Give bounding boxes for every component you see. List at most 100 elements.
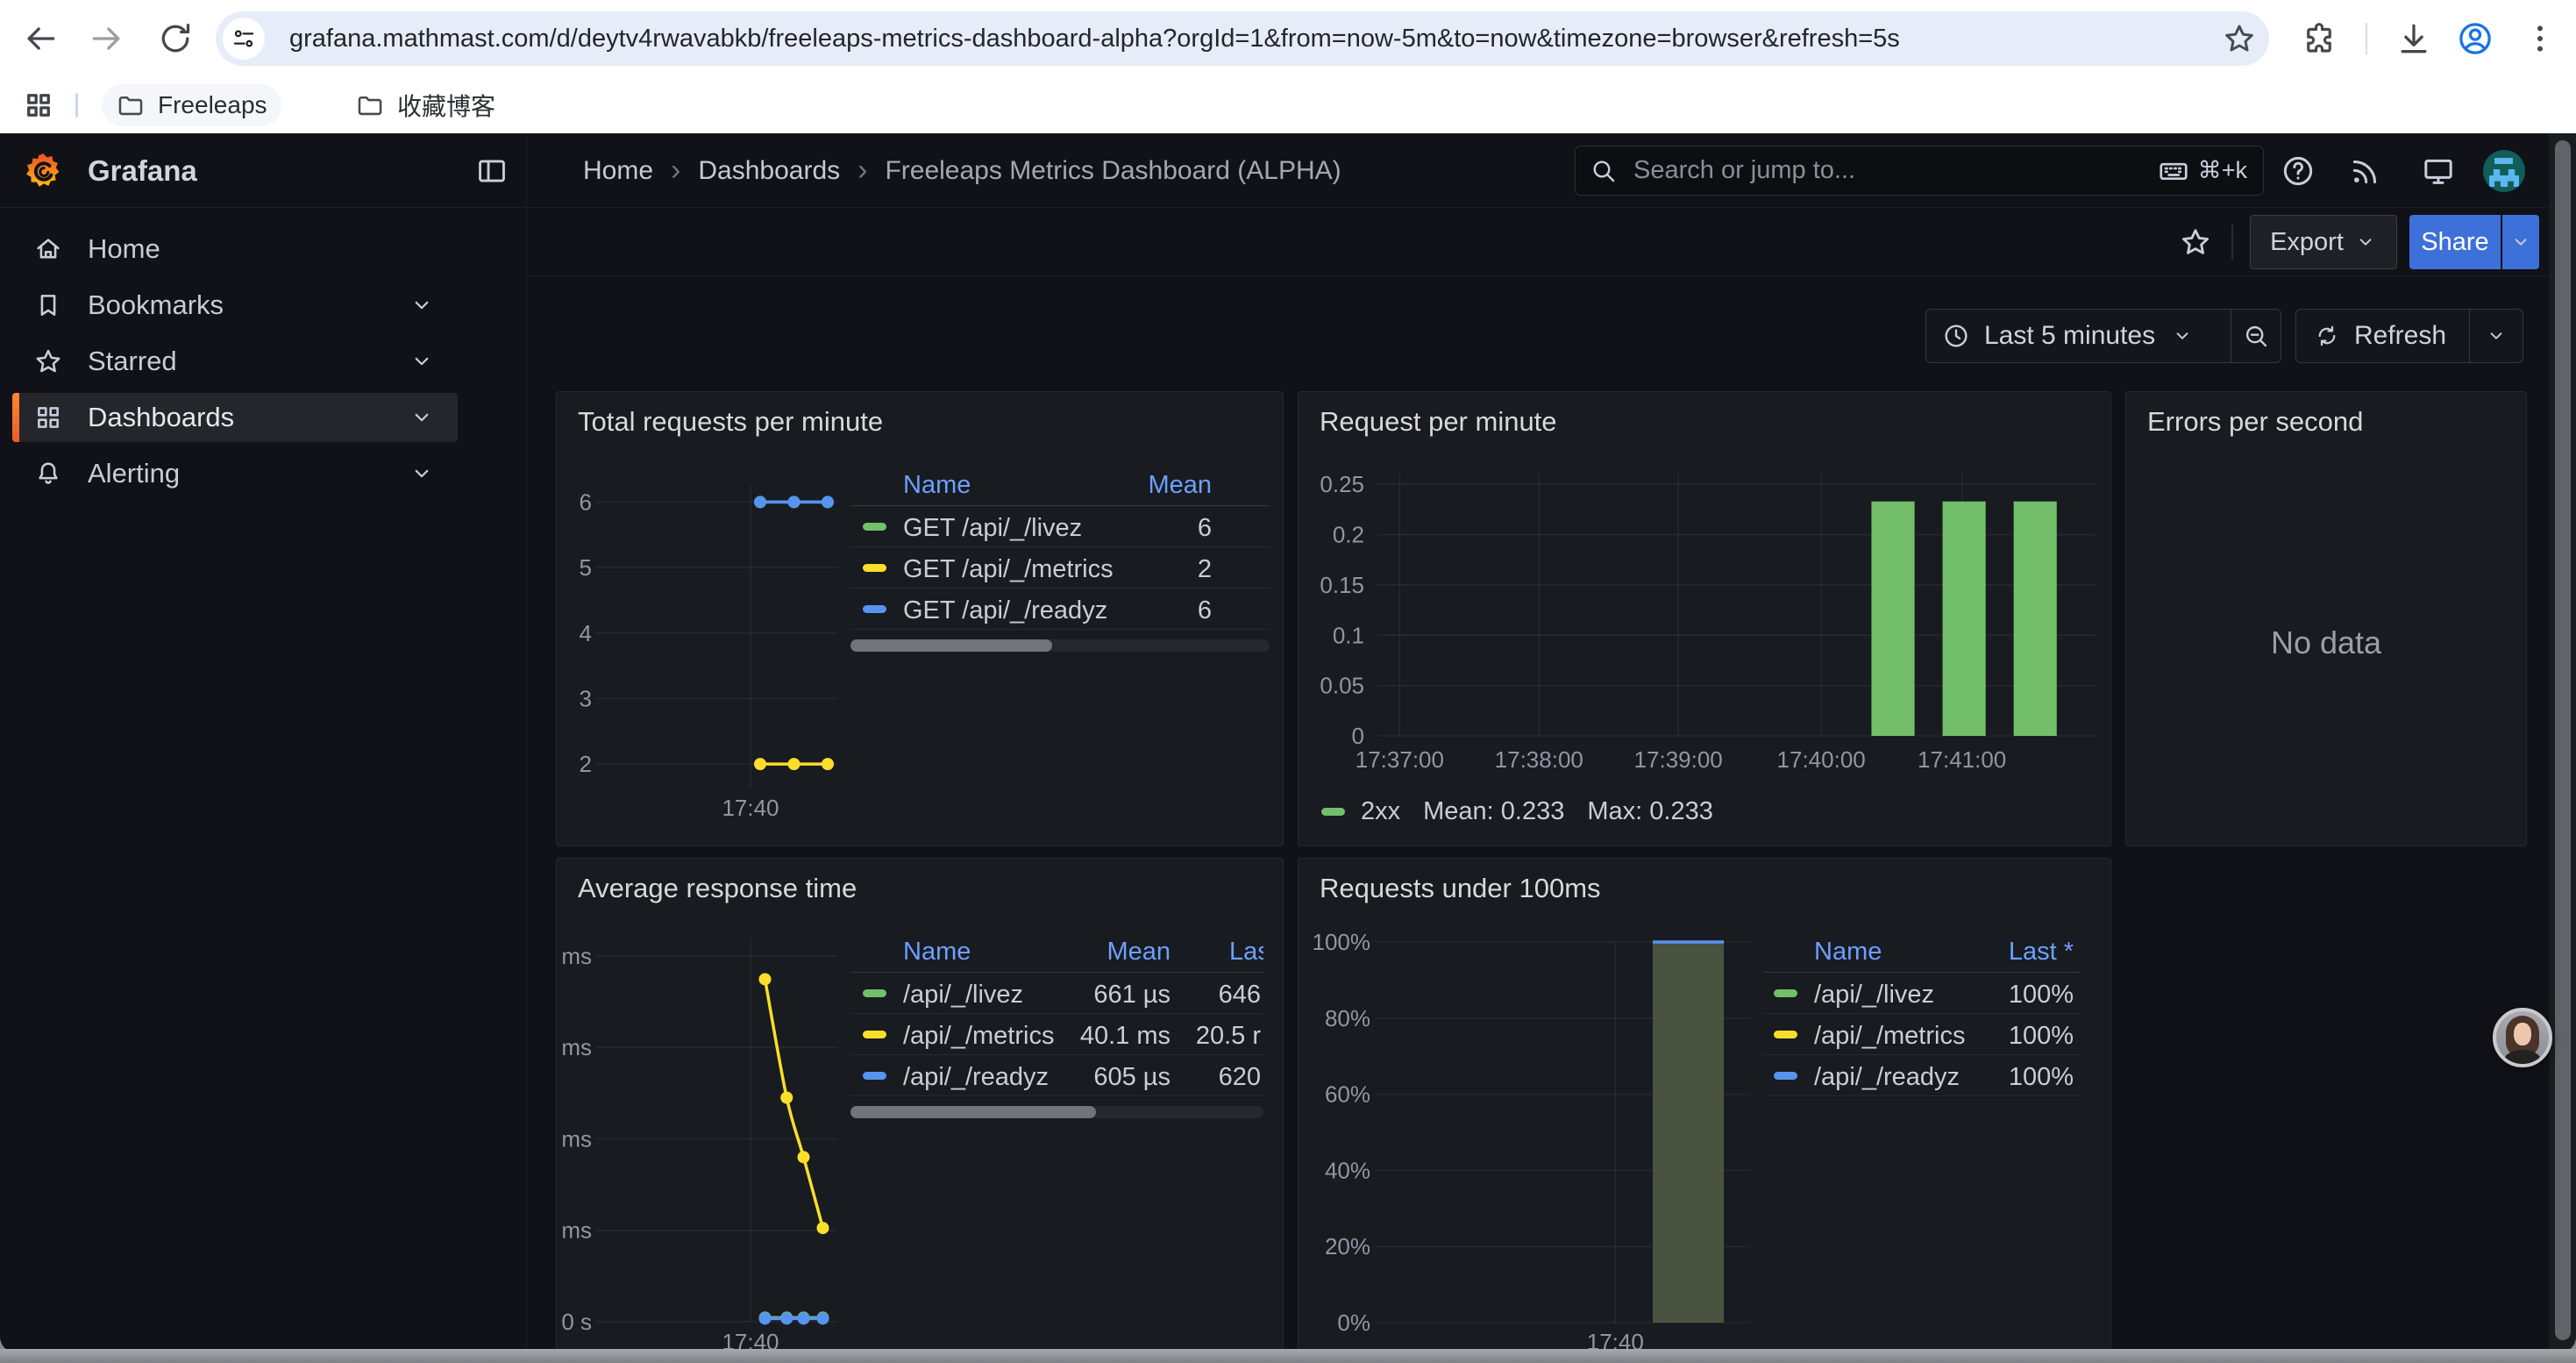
refresh-icon (2314, 323, 2340, 349)
search-input[interactable]: Search or jump to... ⌘+k (1575, 146, 2264, 196)
sidebar-item-bookmarks[interactable]: Bookmarks (12, 281, 458, 330)
legend-series-name[interactable]: GET /api/_/livez (903, 514, 1082, 543)
sidebar-item-alerting[interactable]: Alerting (12, 449, 458, 498)
svg-text:3: 3 (580, 685, 592, 711)
back-icon[interactable] (21, 19, 60, 58)
browser-toolbar: grafana.mathmast.com/d/deytv4rwavabkb/fr… (0, 0, 2576, 77)
chevron-down-icon[interactable] (409, 348, 435, 375)
url-text[interactable]: grafana.mathmast.com/d/deytv4rwavabkb/fr… (289, 11, 1900, 66)
desktop-edge (0, 1349, 2576, 1363)
legend-col-header[interactable]: Las (1229, 938, 1263, 967)
legend-series-name[interactable]: GET /api/_/readyz (903, 596, 1107, 625)
sidebar-item-home[interactable]: Home (12, 225, 458, 274)
chevron-down-icon[interactable] (409, 292, 435, 318)
panel-legend: NameMeanLas/api/_/livez661 µs646/api/_/m… (850, 934, 1263, 1118)
scrollbar-thumb[interactable] (2555, 140, 2571, 1340)
floating-assistant-avatar[interactable] (2493, 1008, 2552, 1067)
legend-row: /api/_/metrics100% (1763, 1014, 2081, 1055)
sidebar-item-dashboards[interactable]: Dashboards (12, 393, 458, 442)
svg-text:100%: 100% (1313, 929, 1371, 955)
legend-col-header[interactable]: Last * (2009, 938, 2074, 967)
forward-icon[interactable] (88, 19, 126, 58)
sidebar-item-label: Alerting (88, 458, 409, 489)
kiosk-monitor-icon[interactable] (2421, 153, 2456, 189)
bookmark-item[interactable]: Freeleaps (102, 84, 281, 126)
svg-text:0.2: 0.2 (1333, 522, 1364, 548)
panel-title[interactable]: Errors per second (2147, 406, 2363, 438)
time-range-picker[interactable]: Last 5 minutes (1925, 309, 2281, 363)
timeseries-chart[interactable]: 80 ms60 ms40 ms20 ms0 s17:40NameMeanLas/… (557, 859, 1283, 1352)
chevron-down-icon[interactable] (409, 460, 435, 487)
legend-series-name[interactable]: /api/_/readyz (1814, 1063, 1960, 1092)
panel-request-per-minute: Request per minute 0.250.20.150.10.05017… (1298, 391, 2111, 846)
legend-col-header[interactable]: Name (903, 471, 971, 500)
dashboard-toolbar: Export Share (527, 208, 2548, 276)
menu-kebab-icon[interactable] (2523, 19, 2558, 58)
area-chart[interactable]: 100%80%60%40%20%0%17:40NameLast */api/_/… (1299, 859, 2110, 1352)
share-button[interactable]: Share (2409, 215, 2501, 269)
legend-scrollbar-thumb[interactable] (850, 1106, 1096, 1118)
downloads-icon[interactable] (2395, 19, 2433, 58)
address-bar[interactable]: grafana.mathmast.com/d/deytv4rwavabkb/fr… (216, 11, 2269, 66)
breadcrumb-separator: › (857, 153, 867, 188)
apps-grid-icon[interactable] (23, 89, 54, 121)
zoom-out-button[interactable] (2231, 322, 2281, 350)
toolbar-divider (2231, 225, 2233, 260)
timeseries-chart[interactable]: 6543217:40NameMeanGET /api/_/livez6GET /… (557, 392, 1283, 846)
legend-col-header[interactable]: Mean (1148, 471, 1212, 500)
sidebar: Grafana HomeBookmarksStarredDashboardsAl… (0, 133, 527, 1352)
profile-icon[interactable] (2456, 19, 2494, 58)
legend-stat: Mean: 0.233 (1423, 797, 1564, 826)
bookmark-item[interactable]: 收藏博客 (341, 84, 509, 126)
svg-text:2: 2 (580, 751, 592, 777)
legend-series-name[interactable]: /api/_/metrics (903, 1022, 1054, 1051)
legend-series-name[interactable]: /api/_/livez (903, 981, 1023, 1010)
chevron-down-icon (2354, 231, 2377, 253)
help-icon[interactable] (2281, 153, 2316, 189)
legend-col-header[interactable]: Name (1814, 938, 1882, 967)
series-color-pill (1321, 808, 1345, 816)
legend-row: /api/_/livez100% (1763, 973, 2081, 1014)
site-settings-icon[interactable] (223, 18, 265, 60)
legend-value: 20.5 r (1196, 1022, 1261, 1051)
news-rss-icon[interactable] (2348, 153, 2383, 189)
legend-series-name[interactable]: GET /api/_/metrics (903, 555, 1114, 584)
svg-text:5: 5 (580, 554, 592, 581)
legend-series-name[interactable]: 2xx (1361, 797, 1400, 826)
export-button[interactable]: Export (2250, 215, 2397, 269)
grafana-logo-icon[interactable] (23, 150, 64, 191)
legend-scrollbar[interactable] (850, 639, 1270, 652)
refresh-interval-dropdown[interactable] (2470, 325, 2523, 347)
no-data-message: No data (2126, 624, 2526, 661)
legend-value: 6 (1198, 596, 1212, 625)
favorite-star-icon[interactable] (2179, 225, 2212, 259)
svg-text:60%: 60% (1325, 1081, 1370, 1108)
breadcrumb-link[interactable]: Dashboards (698, 156, 840, 186)
bar-chart[interactable]: 0.250.20.150.10.05017:37:0017:38:0017:39… (1299, 392, 2110, 846)
page-scrollbar[interactable] (2548, 133, 2576, 1352)
bookmark-icon (33, 290, 63, 320)
collapse-sidebar-icon[interactable] (475, 154, 509, 188)
legend-series-name[interactable]: /api/_/livez (1814, 981, 1934, 1010)
sidebar-item-starred[interactable]: Starred (12, 337, 458, 386)
svg-text:4: 4 (580, 620, 592, 646)
sidebar-item-label: Starred (88, 346, 409, 377)
refresh-button[interactable]: Refresh (2295, 309, 2523, 363)
legend-series-name[interactable]: /api/_/metrics (1814, 1022, 1965, 1051)
legend-scrollbar[interactable] (850, 1106, 1263, 1118)
user-avatar[interactable] (2483, 150, 2525, 192)
share-dropdown-button[interactable] (2502, 215, 2539, 269)
legend-col-header[interactable]: Mean (1107, 938, 1171, 967)
bookmark-star-icon[interactable] (2222, 21, 2257, 56)
svg-text:0 s: 0 s (561, 1309, 592, 1335)
bookmark-label: Freeleaps (158, 91, 267, 119)
legend-scrollbar-thumb[interactable] (850, 639, 1052, 652)
chevron-down-icon[interactable] (409, 404, 435, 431)
extensions-icon[interactable] (2301, 20, 2338, 57)
bell-icon (33, 459, 63, 489)
legend-col-header[interactable]: Name (903, 938, 971, 967)
breadcrumb-link[interactable]: Home (583, 156, 653, 186)
reload-icon[interactable] (156, 19, 195, 58)
legend-series-name[interactable]: /api/_/readyz (903, 1063, 1049, 1092)
svg-text:60 ms: 60 ms (557, 1034, 592, 1060)
